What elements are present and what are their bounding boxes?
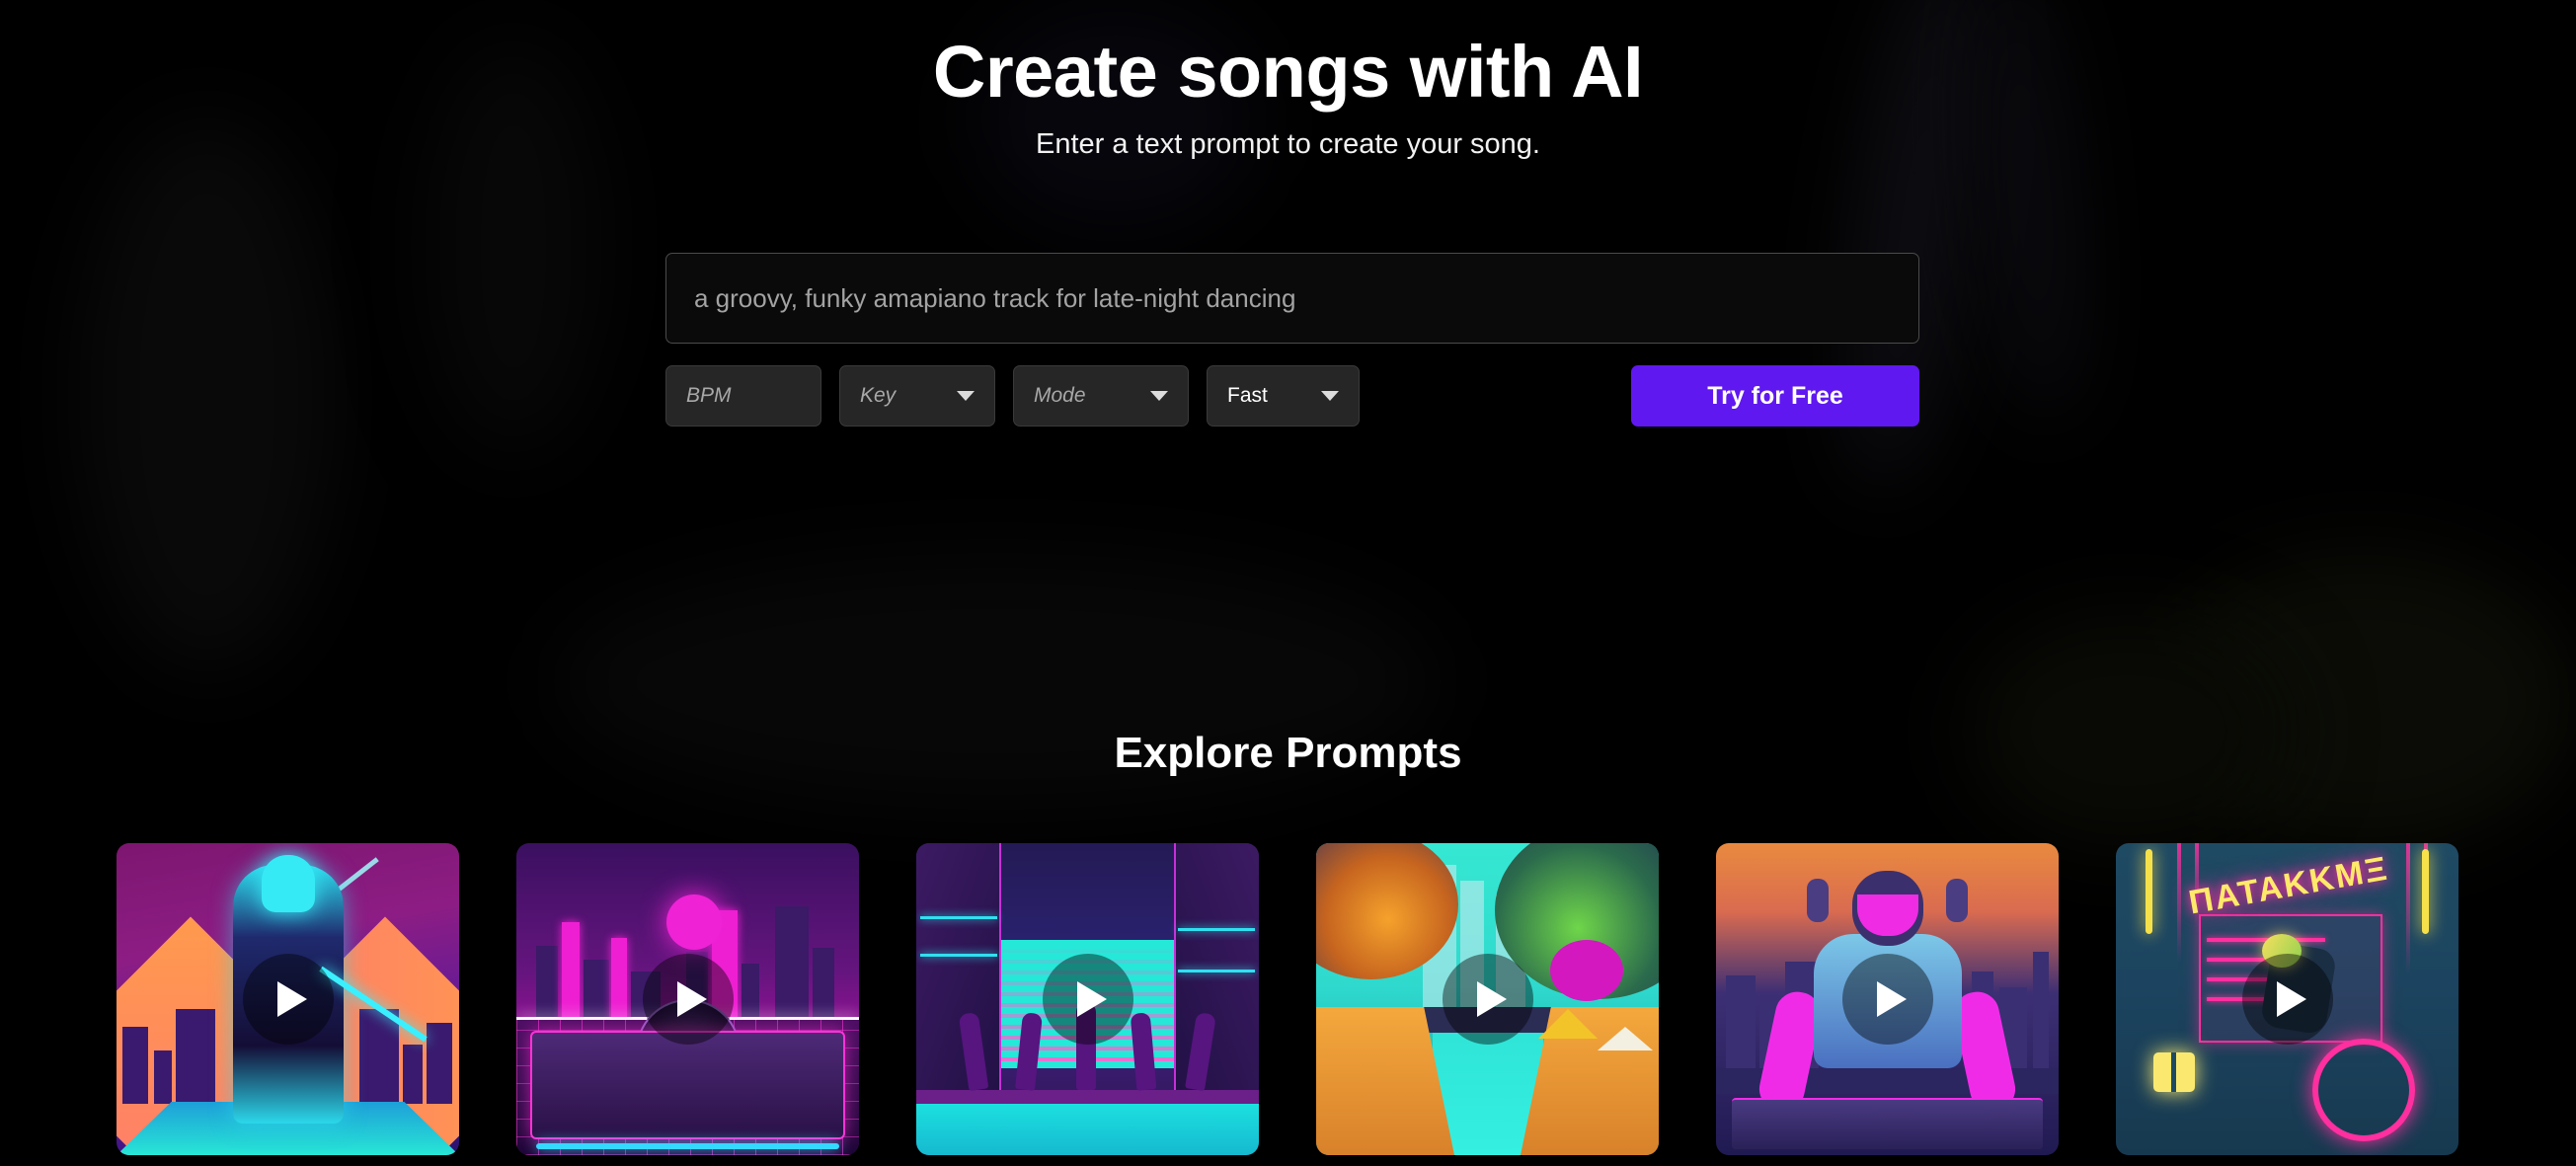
prompt-controls-row: Key Mode Fast Try for Free: [665, 365, 1919, 427]
prompt-card[interactable]: [516, 843, 859, 1155]
page-title: Create songs with AI: [932, 31, 1644, 113]
explore-prompts-carousel: ΠATAKKMΞ: [117, 843, 2459, 1155]
prompt-input[interactable]: [665, 253, 1919, 344]
prompt-card[interactable]: [117, 843, 459, 1155]
prompt-form: Key Mode Fast Try for Free: [665, 253, 1919, 427]
play-icon[interactable]: [642, 954, 734, 1045]
speed-select-value: Fast: [1227, 384, 1268, 407]
prompt-card[interactable]: [916, 843, 1259, 1155]
mode-select-value: Mode: [1034, 384, 1086, 407]
bpm-input[interactable]: [665, 365, 821, 427]
play-icon[interactable]: [1042, 954, 1133, 1045]
try-for-free-button[interactable]: Try for Free: [1631, 365, 1919, 427]
page-subtitle: Enter a text prompt to create your song.: [1036, 127, 1540, 160]
chevron-down-icon: [1150, 391, 1168, 401]
prompt-card[interactable]: [1716, 843, 2059, 1155]
play-icon[interactable]: [242, 954, 334, 1045]
play-icon[interactable]: [1841, 954, 1933, 1045]
prompt-card[interactable]: ΠATAKKMΞ: [2116, 843, 2459, 1155]
chevron-down-icon: [1321, 391, 1339, 401]
hero-section: Create songs with AI Enter a text prompt…: [0, 0, 2576, 161]
key-select-value: Key: [860, 384, 897, 407]
play-icon[interactable]: [1442, 954, 1533, 1045]
prompt-card[interactable]: [1316, 843, 1659, 1155]
page-root: Create songs with AI Enter a text prompt…: [0, 0, 2576, 1166]
neon-sign-text: ΠATAKKMΞ: [2185, 849, 2392, 921]
mode-select[interactable]: Mode: [1013, 365, 1189, 427]
speed-select[interactable]: Fast: [1207, 365, 1360, 427]
chevron-down-icon: [957, 391, 975, 401]
key-select[interactable]: Key: [839, 365, 995, 427]
explore-prompts-heading: Explore Prompts: [1114, 729, 1462, 777]
play-icon[interactable]: [2241, 954, 2333, 1045]
